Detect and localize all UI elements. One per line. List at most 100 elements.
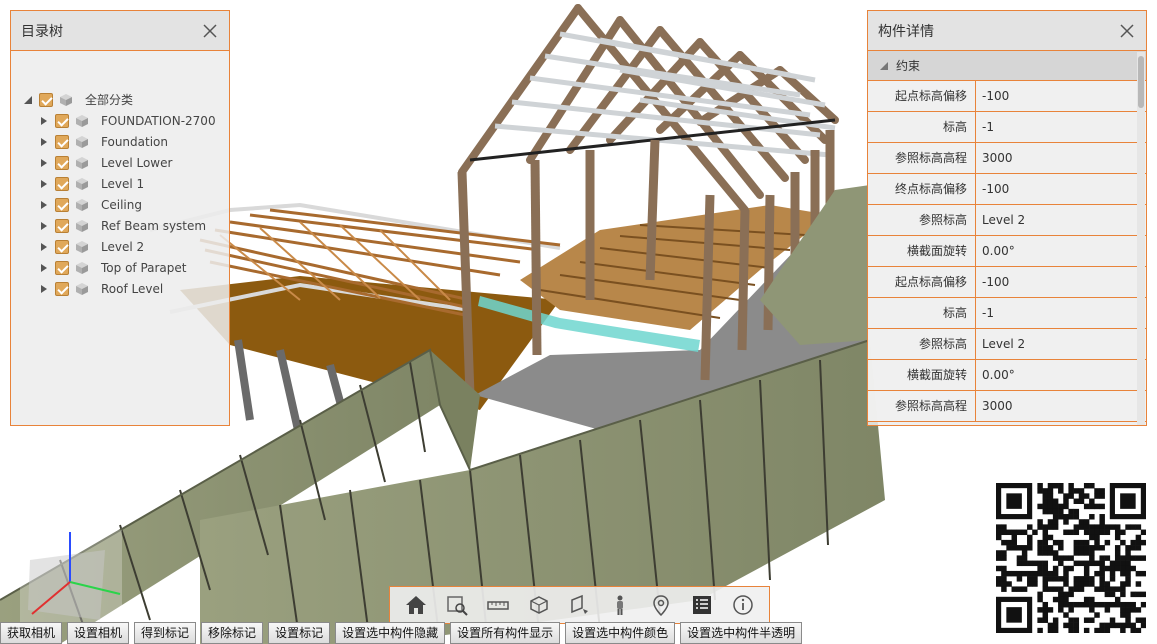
get-camera-button[interactable]: 获取相机	[0, 622, 63, 644]
remove-marker-button[interactable]: 移除标记	[201, 622, 264, 644]
property-name: 参照标高高程	[868, 391, 976, 421]
info-icon	[732, 595, 753, 615]
tree-item-label: Foundation	[101, 134, 168, 149]
section-plane-icon	[571, 594, 589, 614]
property-row: 标高 -1	[868, 298, 1146, 329]
detail-panel-title: 构件详情	[878, 23, 934, 40]
home-button[interactable]	[403, 592, 429, 618]
tree-item[interactable]: Roof Level	[11, 278, 229, 299]
checkbox[interactable]	[55, 281, 69, 296]
caret-expanded-icon[interactable]	[23, 95, 33, 105]
tree-item[interactable]: Level 2	[11, 236, 229, 257]
checkbox[interactable]	[55, 239, 69, 254]
hide-selected-button[interactable]: 设置选中构件隐藏	[335, 622, 446, 644]
caret-collapsed-icon[interactable]	[39, 137, 49, 147]
tree-item-label: Top of Parapet	[101, 260, 187, 275]
set-camera-button[interactable]: 设置相机	[67, 622, 130, 644]
property-group-label: 约束	[896, 59, 921, 73]
property-value: -100	[982, 89, 1010, 103]
cube-icon	[76, 282, 88, 295]
location-pin-icon	[653, 595, 669, 616]
cube-icon	[60, 93, 72, 106]
action-button-bar: 获取相机 设置相机 得到标记 移除标记 设置标记 设置选中构件隐藏 设置所有构件…	[0, 622, 807, 644]
set-marker-button[interactable]: 设置标记	[268, 622, 331, 644]
checkbox[interactable]	[55, 113, 69, 128]
axis-gizmo	[20, 530, 122, 622]
cube-icon	[76, 114, 88, 127]
qr-code	[996, 483, 1147, 634]
detail-panel-header: 构件详情	[868, 11, 1146, 51]
caret-collapsed-icon[interactable]	[39, 242, 49, 252]
properties-button[interactable]	[689, 592, 715, 618]
tree-panel-header: 目录树	[11, 11, 229, 51]
info-button[interactable]	[730, 592, 756, 618]
close-icon[interactable]	[201, 22, 219, 40]
property-value: 0.00°	[982, 244, 1015, 258]
measure-button[interactable]	[485, 592, 511, 618]
cube-icon	[76, 240, 88, 253]
checkbox[interactable]	[55, 218, 69, 233]
property-value: -1	[982, 120, 994, 134]
property-name: 标高	[868, 112, 976, 142]
property-name: 标高	[868, 298, 976, 328]
measure-ruler-icon	[487, 601, 509, 610]
caret-collapsed-icon[interactable]	[39, 284, 49, 294]
scrollbar-thumb[interactable]	[1138, 56, 1144, 108]
tree-item[interactable]: Level 1	[11, 173, 229, 194]
tree-item-label: Ref Beam system	[101, 218, 207, 233]
property-row: 参照标高高程 3000	[868, 143, 1146, 174]
section-box-icon	[529, 596, 548, 614]
caret-collapsed-icon[interactable]	[39, 116, 49, 126]
cube-icon	[76, 219, 88, 232]
property-name: 横截面旋转	[868, 236, 976, 266]
color-selected-button[interactable]: 设置选中构件颜色	[565, 622, 676, 644]
checkbox[interactable]	[55, 176, 69, 191]
tree-item[interactable]: Foundation	[11, 131, 229, 152]
cube-icon	[76, 198, 88, 211]
tree-item-root[interactable]: 全部分类	[11, 89, 229, 110]
caret-expanded-icon[interactable]	[880, 61, 888, 70]
property-value: -100	[982, 182, 1010, 196]
checkbox[interactable]	[55, 197, 69, 212]
property-name: 参照标高	[868, 329, 976, 359]
property-value: Level 2	[982, 337, 1026, 351]
tree-item[interactable]: Top of Parapet	[11, 257, 229, 278]
get-marker-button[interactable]: 得到标记	[134, 622, 197, 644]
tree-item[interactable]: FOUNDATION-2700	[11, 110, 229, 131]
scrollbar[interactable]	[1137, 52, 1145, 425]
tree-item[interactable]: Level Lower	[11, 152, 229, 173]
tree-panel: 目录树 全部分类 FOUNDATION-2700 Foundation Leve…	[10, 10, 230, 426]
cube-icon	[76, 177, 88, 190]
zoom-window-icon	[447, 596, 468, 616]
property-row: 起点标高偏移 -100	[868, 81, 1146, 112]
section-plane-button[interactable]	[566, 592, 592, 618]
caret-collapsed-icon[interactable]	[39, 263, 49, 273]
property-group-header[interactable]: 约束	[868, 51, 1146, 81]
caret-collapsed-icon[interactable]	[39, 221, 49, 231]
tree-item-label: 全部分类	[85, 93, 134, 107]
tree-item-label: Level Lower	[101, 155, 173, 170]
checkbox[interactable]	[55, 134, 69, 149]
property-list: 起点标高偏移 -100 标高 -1 参照标高高程 3000 终点标高偏移 -100 参照…	[868, 81, 1146, 422]
close-icon[interactable]	[1118, 22, 1136, 40]
checkbox[interactable]	[55, 155, 69, 170]
tree-item[interactable]: Ref Beam system	[11, 215, 229, 236]
tree-item[interactable]: Ceiling	[11, 194, 229, 215]
cube-icon	[76, 135, 88, 148]
checkbox[interactable]	[39, 92, 53, 107]
caret-collapsed-icon[interactable]	[39, 200, 49, 210]
property-row: 参照标高 Level 2	[868, 205, 1146, 236]
translucent-selected-button[interactable]: 设置选中构件半透明	[680, 622, 803, 644]
show-all-button[interactable]: 设置所有构件显示	[450, 622, 561, 644]
property-name: 终点标高偏移	[868, 174, 976, 204]
caret-collapsed-icon[interactable]	[39, 158, 49, 168]
section-box-button[interactable]	[526, 592, 552, 618]
tree-item-label: Level 2	[101, 239, 145, 254]
walk-button[interactable]	[607, 592, 633, 618]
property-value: -1	[982, 306, 994, 320]
marker-button[interactable]	[648, 592, 674, 618]
checkbox[interactable]	[55, 260, 69, 275]
tree-item-label: Roof Level	[101, 281, 164, 296]
caret-collapsed-icon[interactable]	[39, 179, 49, 189]
zoom-window-button[interactable]	[444, 592, 470, 618]
